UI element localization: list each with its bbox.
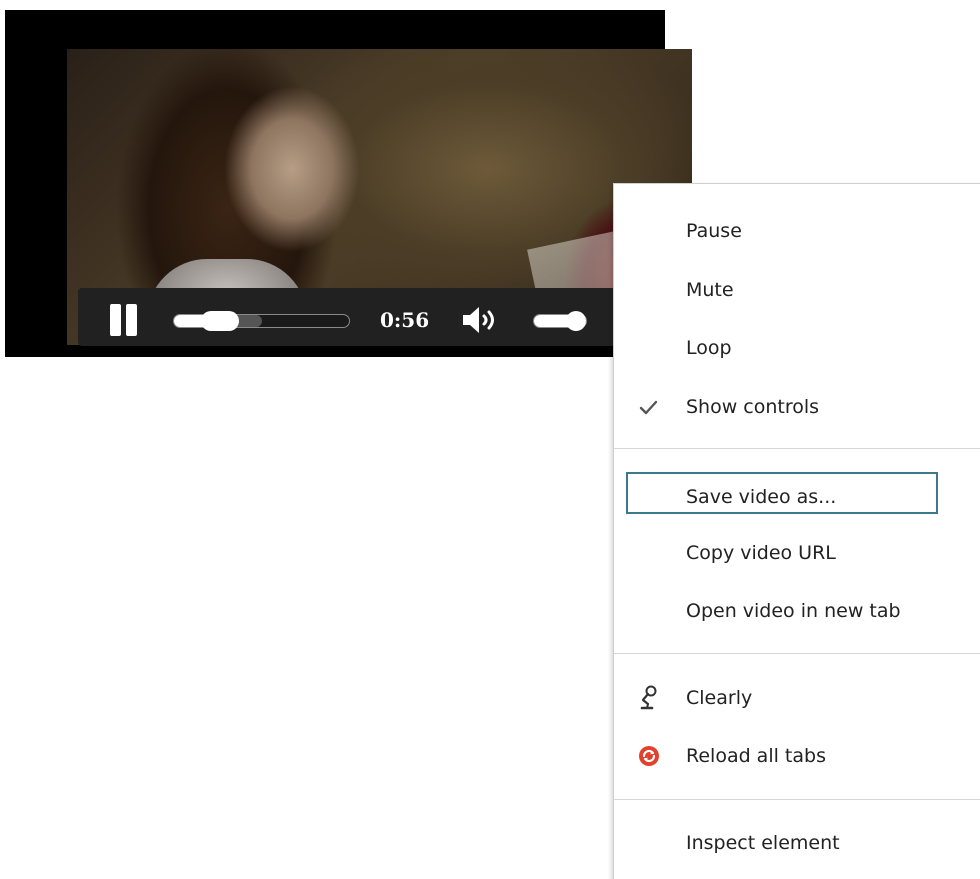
menu-separator [614,448,980,449]
menu-item-pause[interactable]: Pause [614,208,980,254]
seek-thumb[interactable] [201,311,240,331]
menu-item-inspect-element[interactable]: Inspect element [614,820,980,866]
pause-icon-bar-right [126,304,137,336]
menu-item-label: Show controls [686,396,820,418]
checkmark-icon [636,394,662,420]
menu-item-label: Save video as... [686,486,837,508]
volume-slider[interactable] [533,311,587,331]
pause-button[interactable] [108,304,142,338]
menu-item-loop[interactable]: Loop [614,325,980,371]
menu-item-label: Pause [686,220,742,242]
screen: 0:56 Pause Mute Loop Show controls Save … [0,0,980,879]
menu-item-label: Copy video URL [686,542,836,564]
seek-slider[interactable] [173,311,350,331]
pause-icon-bar-left [110,304,121,336]
menu-item-label: Loop [686,337,732,359]
menu-item-label: Clearly [686,687,753,709]
menu-item-mute[interactable]: Mute [614,267,980,313]
reload-all-tabs-icon [636,743,662,769]
menu-item-label: Open video in new tab [686,600,901,622]
menu-item-label: Mute [686,279,734,301]
context-menu: Pause Mute Loop Show controls Save video… [613,183,980,879]
desk-lamp-icon [636,685,662,711]
current-time: 0:56 [380,308,430,332]
volume-icon[interactable] [461,304,507,336]
menu-item-label: Inspect element [686,832,840,854]
menu-item-save-video-as[interactable]: Save video as... [614,472,980,520]
volume-thumb[interactable] [565,311,586,331]
menu-item-clearly[interactable]: Clearly [614,675,980,721]
menu-item-open-video-in-new-tab[interactable]: Open video in new tab [614,588,980,634]
menu-separator [614,653,980,654]
menu-item-label: Reload all tabs [686,745,826,767]
video-player[interactable]: 0:56 [5,10,692,357]
menu-separator [614,799,980,800]
menu-item-reload-all-tabs[interactable]: Reload all tabs [614,733,980,779]
menu-item-copy-video-url[interactable]: Copy video URL [614,530,980,576]
menu-item-show-controls[interactable]: Show controls [614,384,980,430]
video-controls-bar: 0:56 [78,288,688,346]
